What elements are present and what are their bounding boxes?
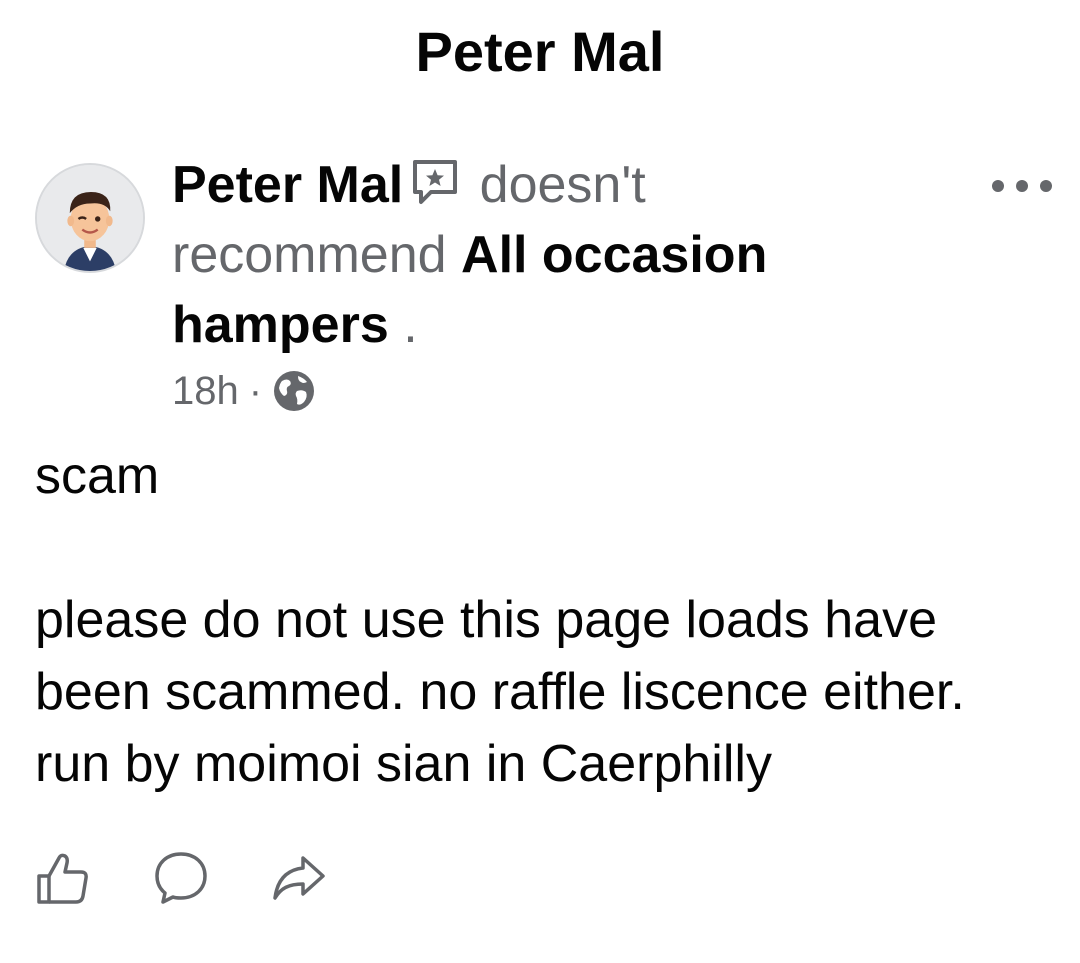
post-time[interactable]: 18h: [172, 363, 239, 419]
share-icon: [273, 856, 325, 900]
more-dot: [1040, 180, 1052, 192]
like-icon: [37, 853, 88, 904]
meta-separator: ·: [248, 369, 263, 413]
more-options-icon[interactable]: [992, 168, 1052, 204]
comment-icon: [155, 852, 207, 904]
like-button[interactable]: [35, 850, 91, 906]
post-meta: 18h ·: [172, 363, 316, 419]
post-actions: [35, 850, 389, 906]
page-title: Peter Mal: [415, 20, 665, 83]
globe-icon: [272, 369, 316, 413]
post-text-paragraph: please do not use this page loads have b…: [35, 591, 965, 793]
headline-end: .: [403, 296, 418, 354]
share-button[interactable]: [271, 850, 327, 906]
more-dot: [992, 180, 1004, 192]
author-name[interactable]: Peter Mal: [172, 156, 403, 214]
avatar-image: [37, 165, 143, 271]
avatar[interactable]: [35, 163, 145, 273]
post-text-line: scam: [35, 447, 160, 505]
more-dot: [1016, 180, 1028, 192]
post-body: scam please do not use this page loads h…: [35, 440, 1045, 800]
post-headline: Peter Mal doesn't recommend All occasion…: [172, 150, 872, 360]
review-star-icon: [409, 156, 461, 208]
comment-button[interactable]: [153, 850, 209, 906]
